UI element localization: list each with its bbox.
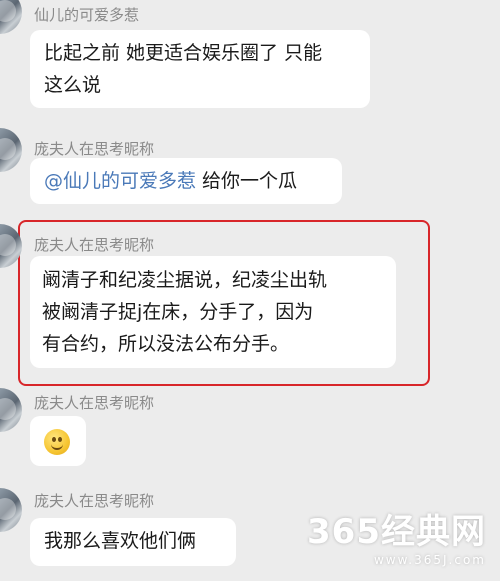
message-bubble[interactable]: 比起之前 她更适合娱乐圈了 只能 这么说 [30, 30, 370, 108]
message-text: 给你一个瓜 [196, 170, 298, 192]
message-line: 阚清子和纪凌尘据说，纪凌尘出轨 [42, 269, 328, 291]
message-line: 有合约，所以没法公布分手。 [42, 333, 290, 355]
sender-name: 仙儿的可爱多惹 [34, 6, 140, 24]
message-line: 这么说 [44, 74, 102, 96]
sender-name: 庞夫人在思考昵称 [34, 236, 155, 254]
watermark-logo-text: 365经典网 [307, 512, 486, 552]
sender-name: 庞夫人在思考昵称 [34, 394, 155, 412]
avatar[interactable] [0, 0, 22, 34]
sender-name: 庞夫人在思考昵称 [34, 140, 155, 158]
message-line: 比起之前 她更适合娱乐圈了 只能 [44, 42, 323, 64]
smile-emoji-icon [44, 428, 70, 455]
watermark-url: www.365J.com [373, 553, 486, 567]
avatar[interactable] [0, 488, 22, 532]
message-bubble[interactable]: @仙儿的可爱多惹 给你一个瓜 [30, 158, 342, 204]
message-bubble[interactable]: 阚清子和纪凌尘据说，纪凌尘出轨 被阚清子捉j在床，分手了，因为 有合约，所以没法… [30, 256, 396, 368]
watermark: 365经典网 www.365J.com [307, 504, 486, 567]
message-bubble[interactable]: 我那么喜欢他们俩 [30, 518, 236, 566]
avatar[interactable] [0, 388, 22, 432]
sender-name: 庞夫人在思考昵称 [34, 492, 155, 510]
message-text: 我那么喜欢他们俩 [44, 530, 197, 552]
message-line: 被阚清子捉j在床，分手了，因为 [42, 301, 314, 323]
avatar[interactable] [0, 128, 22, 172]
message-bubble[interactable] [30, 416, 86, 466]
mention-link[interactable]: @仙儿的可爱多惹 [44, 170, 196, 192]
